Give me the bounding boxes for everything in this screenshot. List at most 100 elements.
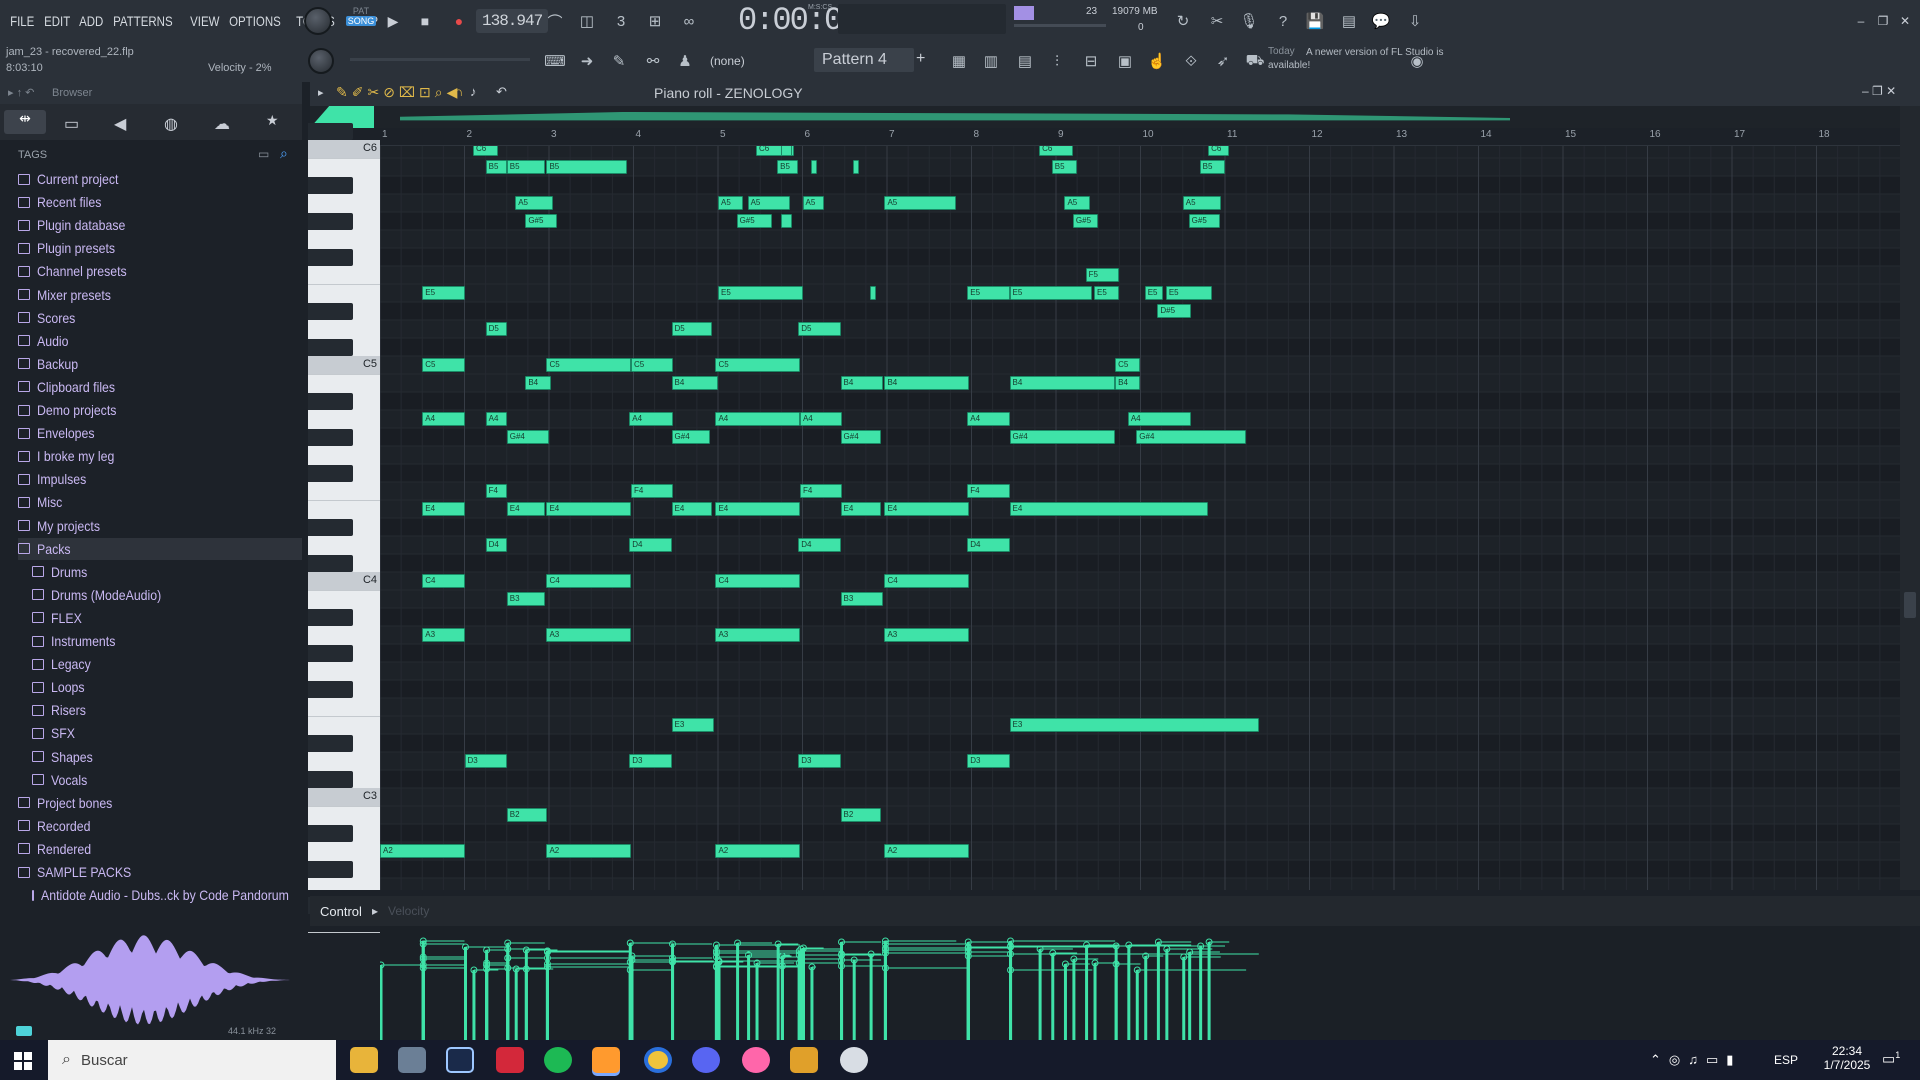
chrome-icon[interactable] [644,1047,672,1073]
browser-item[interactable]: Recent files [18,191,302,213]
browser-item[interactable]: Recorded [18,815,302,837]
pattern-selector[interactable]: Pattern 4 [814,48,914,72]
browser-item[interactable]: Loops [32,676,316,698]
note[interactable] [781,146,792,156]
touch-icon[interactable]: ☝ [1144,48,1170,74]
browser-item[interactable]: Drums (ModeAudio) [32,584,316,606]
browser-item[interactable]: Backup [18,353,302,375]
note[interactable]: D4 [798,538,841,552]
note[interactable]: D3 [464,754,507,768]
black-key[interactable] [308,681,353,698]
note[interactable]: C5 [630,358,674,372]
language-indicator[interactable]: ESP [1774,1053,1798,1067]
undo-icon[interactable]: ↶ [496,84,507,100]
velocity-lane[interactable] [380,926,1900,1040]
note[interactable]: A3 [546,628,631,642]
windows-start-icon[interactable] [14,1052,32,1070]
mixer-icon[interactable]: ⫶ [1044,48,1070,74]
note[interactable]: C5 [546,358,631,372]
black-key[interactable] [308,825,353,842]
files-tab-icon[interactable]: ▭ [64,114,79,134]
note[interactable]: B2 [506,808,548,822]
note[interactable]: G#4 [506,430,549,444]
black-key[interactable] [308,645,353,662]
loop-record-icon[interactable]: ∞ [676,8,702,34]
pat-song-switch[interactable]: PAT SONG [346,6,376,36]
note[interactable]: D4 [629,538,672,552]
note[interactable]: F4 [630,484,674,498]
scroll-thumb[interactable] [1904,592,1916,618]
menu-options[interactable]: OPTIONS [225,13,285,29]
note[interactable]: E4 [422,502,465,516]
browser-item[interactable]: Legacy [32,653,316,675]
browser-item[interactable]: Rendered [18,838,302,860]
note[interactable]: A4 [799,412,843,426]
note[interactable]: C4 [884,574,969,588]
note[interactable]: E4 [840,502,882,516]
note[interactable]: F4 [967,484,1010,498]
black-key[interactable] [308,555,353,572]
black-key[interactable] [308,609,353,626]
browser-item[interactable]: Shapes [32,746,316,768]
black-key[interactable] [308,393,353,410]
note[interactable]: D5 [798,322,841,336]
download-icon[interactable]: ⇩ [1402,8,1428,34]
note[interactable]: D3 [798,754,841,768]
note[interactable]: D4 [485,538,507,552]
browser-item[interactable]: Plugin database [18,214,302,236]
note[interactable]: B3 [506,592,545,606]
note[interactable]: B5 [546,160,627,174]
note[interactable]: B5 [777,160,799,174]
control-arrow-icon[interactable]: ▸ [372,904,378,918]
master-pitch-knob[interactable] [308,48,334,74]
note[interactable]: A5 [718,196,744,210]
plugin-icon[interactable]: ▣ [1112,48,1138,74]
note[interactable] [870,286,877,300]
link-icon[interactable]: ⚯ [640,48,666,74]
browser-item[interactable]: SAMPLE PACKS [18,861,302,883]
vertical-scrollbar[interactable] [1900,106,1920,890]
pitch-slider[interactable] [350,58,530,61]
tempo-display[interactable]: 138.947 [476,9,549,33]
minimize-icon[interactable]: – [1850,14,1872,28]
browser-item[interactable]: Risers [32,699,316,721]
note[interactable]: A5 [747,196,790,210]
undo-history-icon[interactable]: ↻ [1170,8,1196,34]
browser-item[interactable]: Current project [18,168,302,190]
search-icon[interactable]: ⌕ [280,145,288,162]
browser-item[interactable]: Plugin presets [18,237,302,259]
note[interactable]: A2 [546,844,631,858]
black-key[interactable] [308,213,353,230]
black-key[interactable] [308,177,353,194]
black-key[interactable] [308,303,353,320]
add-pattern-button[interactable]: + [916,50,925,68]
note[interactable]: G#4 [1136,430,1247,444]
browser-item[interactable]: Antidote Audio - Dubs..ck by Code Pandor… [32,884,316,906]
cut-icon[interactable]: ✂ [1204,8,1230,34]
note[interactable]: E4 [1009,502,1209,516]
menu-file[interactable]: FILE [6,13,38,29]
browser-item[interactable]: Drums [32,561,316,583]
note[interactable]: B5 [1199,160,1225,174]
menu-view[interactable]: VIEW [186,13,224,29]
pr-menu-icon[interactable]: ▸ [318,86,324,99]
note[interactable]: E5 [422,286,465,300]
app-icon-11[interactable] [840,1047,868,1073]
browser-item[interactable]: Misc [18,491,302,513]
plugin-tab-icon[interactable]: ◍ [164,114,178,134]
black-key[interactable] [308,339,353,356]
magnet-icon[interactable]: ∩ [454,84,463,99]
taskbar-search[interactable]: ⌕ Buscar [48,1040,336,1080]
velocity-label[interactable]: Velocity [388,904,429,918]
browser-item[interactable]: Channel presets [18,260,302,282]
note[interactable]: F4 [799,484,843,498]
stamp-icon[interactable]: ♟ [672,48,698,74]
close-icon[interactable]: ✕ [1894,14,1916,28]
black-key[interactable] [308,123,353,140]
note-icon[interactable]: ♪ [470,84,477,99]
browser-item[interactable]: Impulses [18,468,302,490]
browser-item[interactable]: Envelopes [18,422,302,444]
bird-icon[interactable]: ➶ [1210,48,1236,74]
note[interactable]: G#5 [525,214,558,228]
note[interactable] [810,160,817,174]
